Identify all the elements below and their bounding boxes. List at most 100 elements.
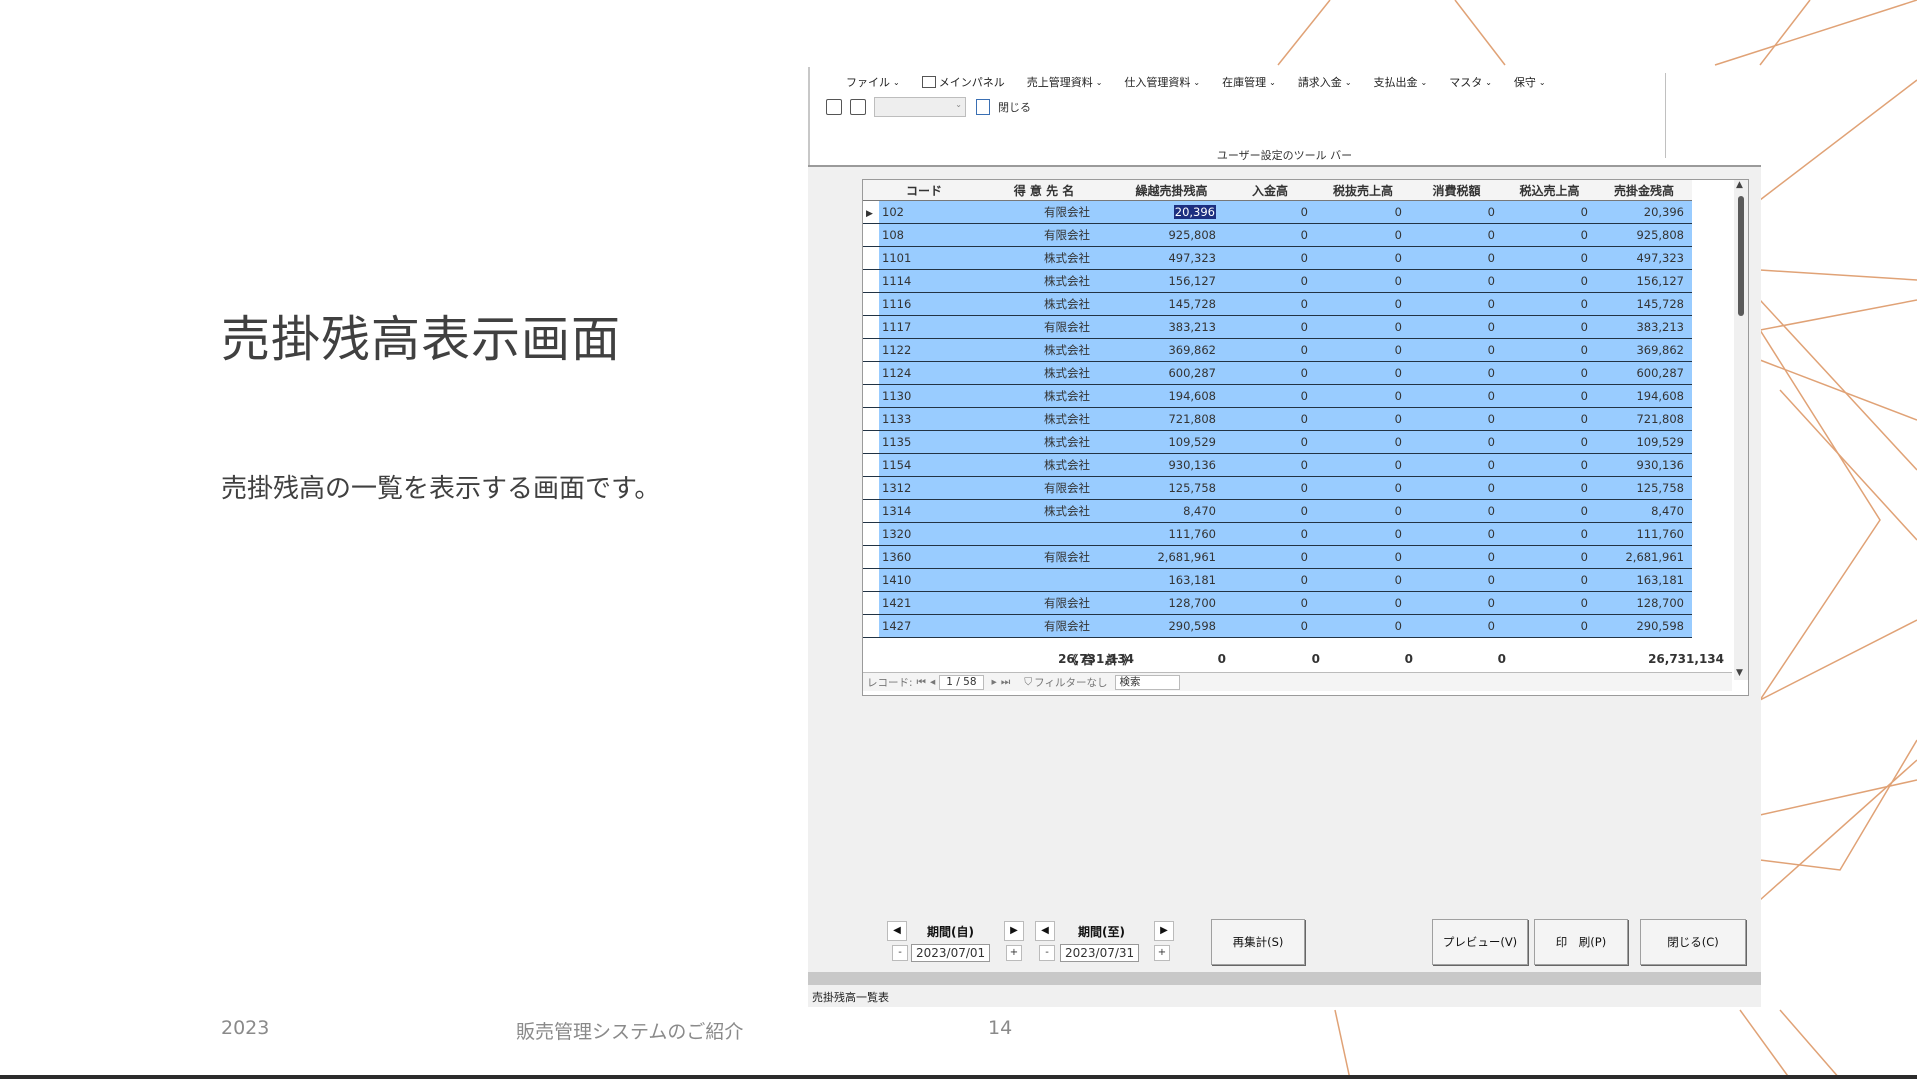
table-row[interactable]: 1114 株式会社 156,127 0 0 0 0 156,127 — [863, 269, 1692, 293]
cell-received[interactable]: 0 — [1224, 430, 1316, 454]
cell-balance[interactable]: 156,127 — [1596, 269, 1692, 293]
cell-customer-type[interactable]: 株式会社 — [969, 453, 1119, 477]
row-selector[interactable] — [863, 384, 879, 408]
cell-code[interactable]: 1130 — [879, 384, 969, 408]
scroll-down-icon[interactable]: ▼ — [1736, 668, 1743, 678]
cell-received[interactable]: 0 — [1224, 545, 1316, 569]
cell-carryover[interactable]: 290,598 — [1119, 614, 1224, 638]
cell-balance[interactable]: 109,529 — [1596, 430, 1692, 454]
cell-tax[interactable]: 0 — [1410, 476, 1503, 500]
cell-net-sales[interactable]: 0 — [1316, 269, 1410, 293]
cell-customer-type[interactable]: 株式会社 — [969, 338, 1119, 362]
period-from-next-button[interactable]: ▶ — [1004, 921, 1024, 941]
cell-balance[interactable]: 383,213 — [1596, 315, 1692, 339]
search-input[interactable]: 検索 — [1115, 674, 1181, 690]
cell-customer-type[interactable]: 有限会社 — [969, 223, 1119, 247]
menu-billing[interactable]: 請求入金 ⌄ — [1298, 74, 1352, 90]
cell-received[interactable]: 0 — [1224, 246, 1316, 270]
cell-code[interactable]: 1133 — [879, 407, 969, 431]
cell-code[interactable]: 1427 — [879, 614, 969, 638]
cell-balance[interactable]: 145,728 — [1596, 292, 1692, 316]
cell-gross-sales[interactable]: 0 — [1503, 591, 1596, 615]
table-row[interactable]: 1122 株式会社 369,862 0 0 0 0 369,862 — [863, 338, 1692, 362]
col-code[interactable]: コード — [879, 180, 969, 201]
cell-received[interactable]: 0 — [1224, 292, 1316, 316]
cell-customer-type[interactable]: 株式会社 — [969, 430, 1119, 454]
cell-balance[interactable]: 925,808 — [1596, 223, 1692, 247]
cell-gross-sales[interactable]: 0 — [1503, 614, 1596, 638]
cell-balance[interactable]: 111,760 — [1596, 522, 1692, 546]
cell-carryover[interactable]: 930,136 — [1119, 453, 1224, 477]
cell-gross-sales[interactable]: 0 — [1503, 361, 1596, 385]
cell-balance[interactable]: 497,323 — [1596, 246, 1692, 270]
cell-tax[interactable]: 0 — [1410, 453, 1503, 477]
table-row[interactable]: 1130 株式会社 194,608 0 0 0 0 194,608 — [863, 384, 1692, 408]
table-row[interactable]: ▶ 102 有限会社 20,396 0 0 0 0 20,396 — [863, 200, 1692, 224]
cell-balance[interactable]: 20,396 — [1596, 200, 1692, 224]
cell-net-sales[interactable]: 0 — [1316, 246, 1410, 270]
table-row[interactable]: 1421 有限会社 128,700 0 0 0 0 128,700 — [863, 591, 1692, 615]
row-selector[interactable] — [863, 568, 879, 592]
cell-customer-type[interactable]: 株式会社 — [969, 269, 1119, 293]
cell-customer-type[interactable]: 有限会社 — [969, 200, 1119, 224]
period-to-input[interactable]: 2023/07/31 — [1060, 944, 1140, 962]
cell-received[interactable]: 0 — [1224, 407, 1316, 431]
period-to-minus-button[interactable]: - — [1039, 945, 1055, 961]
cell-tax[interactable]: 0 — [1410, 292, 1503, 316]
cell-net-sales[interactable]: 0 — [1316, 476, 1410, 500]
cell-tax[interactable]: 0 — [1410, 223, 1503, 247]
table-row[interactable]: 1427 有限会社 290,598 0 0 0 0 290,598 — [863, 614, 1692, 638]
recalc-button[interactable]: 再集計(S) — [1211, 919, 1305, 965]
col-customer-name[interactable]: 得 意 先 名 — [969, 180, 1119, 201]
cell-code[interactable]: 1122 — [879, 338, 969, 362]
row-selector[interactable] — [863, 522, 879, 546]
row-selector[interactable] — [863, 614, 879, 638]
cell-carryover[interactable]: 109,529 — [1119, 430, 1224, 454]
toolbar-combo[interactable]: ⌄ — [874, 97, 966, 117]
table-row[interactable]: 1101 株式会社 497,323 0 0 0 0 497,323 — [863, 246, 1692, 270]
next-record-icon[interactable]: ▸ — [992, 676, 997, 688]
cell-net-sales[interactable]: 0 — [1316, 430, 1410, 454]
cell-carryover[interactable]: 925,808 — [1119, 223, 1224, 247]
cell-tax[interactable]: 0 — [1410, 384, 1503, 408]
record-position[interactable]: 1 / 58 — [939, 674, 984, 690]
cell-balance[interactable]: 290,598 — [1596, 614, 1692, 638]
cell-tax[interactable]: 0 — [1410, 522, 1503, 546]
cell-net-sales[interactable]: 0 — [1316, 522, 1410, 546]
table-row[interactable]: 1124 株式会社 600,287 0 0 0 0 600,287 — [863, 361, 1692, 385]
period-to-prev-button[interactable]: ◀ — [1035, 921, 1055, 941]
cell-customer-type[interactable]: 有限会社 — [969, 476, 1119, 500]
table-row[interactable]: 1117 有限会社 383,213 0 0 0 0 383,213 — [863, 315, 1692, 339]
cell-gross-sales[interactable]: 0 — [1503, 384, 1596, 408]
filter-status[interactable]: フィルターなし — [1034, 675, 1107, 690]
cell-net-sales[interactable]: 0 — [1316, 545, 1410, 569]
cell-received[interactable]: 0 — [1224, 200, 1316, 224]
cell-balance[interactable]: 721,808 — [1596, 407, 1692, 431]
row-selector[interactable] — [863, 338, 879, 362]
cell-customer-type[interactable]: 有限会社 — [969, 315, 1119, 339]
cell-received[interactable]: 0 — [1224, 338, 1316, 362]
cell-tax[interactable]: 0 — [1410, 430, 1503, 454]
cell-net-sales[interactable]: 0 — [1316, 499, 1410, 523]
cell-carryover[interactable]: 383,213 — [1119, 315, 1224, 339]
cell-received[interactable]: 0 — [1224, 568, 1316, 592]
cell-code[interactable]: 1154 — [879, 453, 969, 477]
row-selector[interactable]: ▶ — [863, 200, 879, 224]
cell-customer-type[interactable] — [969, 522, 1119, 546]
cell-carryover[interactable]: 721,808 — [1119, 407, 1224, 431]
cell-gross-sales[interactable]: 0 — [1503, 568, 1596, 592]
cell-received[interactable]: 0 — [1224, 499, 1316, 523]
menu-master[interactable]: マスタ ⌄ — [1449, 74, 1492, 90]
cell-net-sales[interactable]: 0 — [1316, 361, 1410, 385]
period-from-input[interactable]: 2023/07/01 — [911, 944, 991, 962]
period-from-minus-button[interactable]: - — [892, 945, 908, 961]
table-row[interactable]: 1135 株式会社 109,529 0 0 0 0 109,529 — [863, 430, 1692, 454]
cell-received[interactable]: 0 — [1224, 614, 1316, 638]
table-row[interactable]: 1116 株式会社 145,728 0 0 0 0 145,728 — [863, 292, 1692, 316]
cell-carryover[interactable]: 497,323 — [1119, 246, 1224, 270]
cell-net-sales[interactable]: 0 — [1316, 223, 1410, 247]
cell-customer-type[interactable]: 株式会社 — [969, 246, 1119, 270]
cell-tax[interactable]: 0 — [1410, 269, 1503, 293]
cell-carryover[interactable]: 20,396 — [1119, 200, 1224, 224]
cell-customer-type[interactable]: 株式会社 — [969, 384, 1119, 408]
